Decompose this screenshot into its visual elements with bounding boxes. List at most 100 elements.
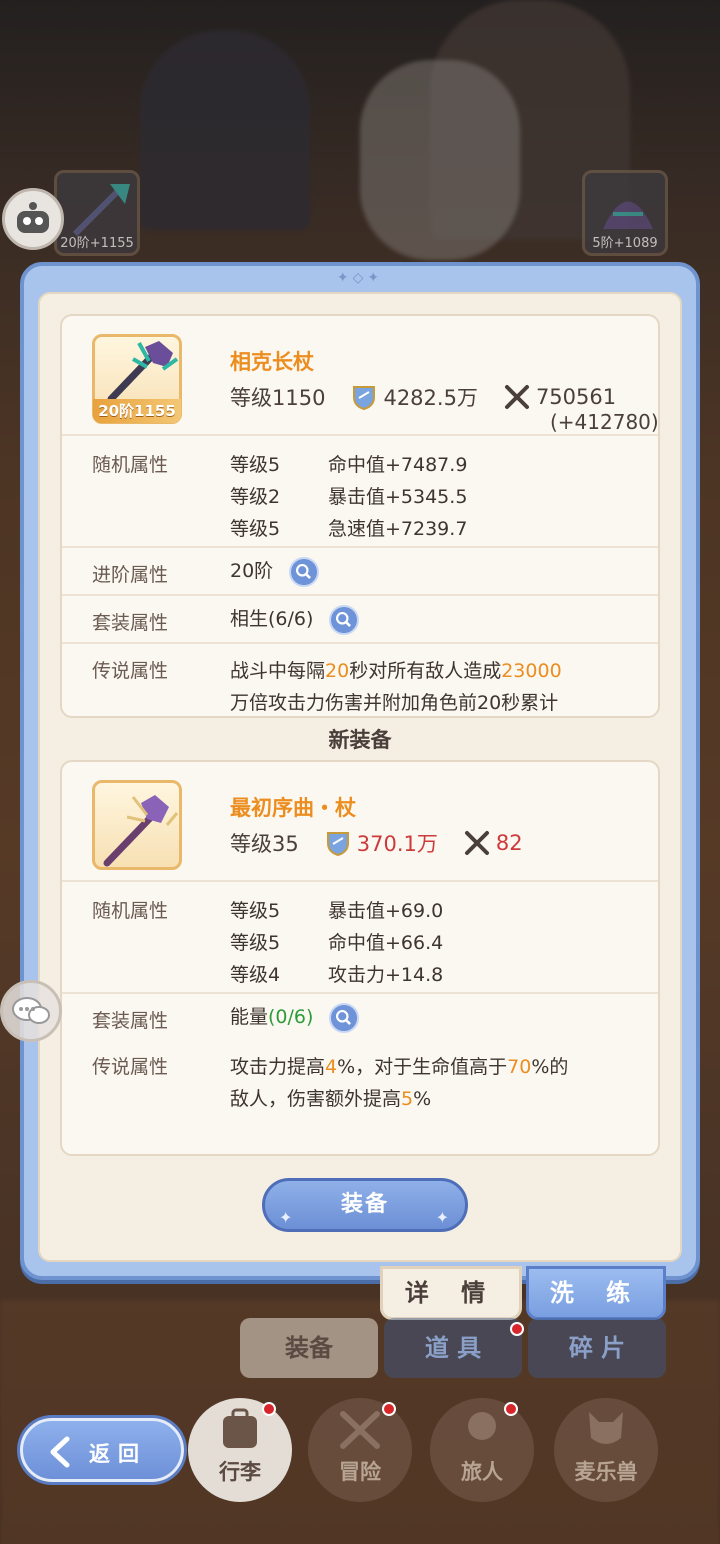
legend-text: %，对于生命值高于 [337, 1056, 508, 1078]
tab-equipment[interactable]: 装备 [240, 1318, 378, 1378]
legend-text-line2: 敌人，伤害额外提高5% [230, 1084, 431, 1111]
nav-label: 旅人 [461, 1460, 503, 1484]
legend-text: 攻击力提高 [230, 1056, 326, 1078]
legend-text: % [413, 1088, 432, 1110]
equipped-helmet-slot[interactable]: 5阶+1089 [582, 170, 668, 256]
shield-icon [326, 832, 349, 856]
set-attributes-label: 套装属性 [92, 1010, 169, 1032]
staff-icon [72, 184, 130, 237]
attack-value: 82 [495, 831, 523, 855]
legend-text: 秒对所有敌人造成 [349, 660, 502, 682]
advance-value: 20阶 [230, 556, 320, 587]
item-level: 等级35 [230, 832, 299, 856]
legend-text-line1: 攻击力提高4%，对于生命值高于70%的 [230, 1052, 568, 1079]
back-button[interactable]: 返回 [20, 1418, 184, 1482]
advance-attributes-label: 进阶属性 [92, 564, 169, 586]
back-arrow-icon [50, 1436, 70, 1468]
power-stat: 370.1万 [325, 828, 438, 858]
legend-text-line2: 万倍攻击力伤害并附加角色前20秒累计 [230, 692, 559, 714]
sparkle-icon: ✦ [435, 1208, 451, 1227]
legend-attributes-label: 传说属性 [92, 660, 169, 682]
shield-icon [353, 386, 376, 410]
attr-stat: 暴击值+69.0 [328, 900, 444, 922]
legend-attributes-row: 传说属性 攻击力提高4%，对于生命值高于70%的 敌人，伤害额外提高5% [62, 1040, 658, 1150]
power-value: 4282.5万 [383, 386, 478, 410]
nav-pets[interactable]: 麦乐兽 [554, 1398, 658, 1502]
item-level: 等级1150 [230, 386, 326, 410]
crossed-swords-icon [340, 1411, 380, 1449]
new-item-stats: 等级35 370.1万 82 [230, 828, 549, 858]
nav-adventure[interactable]: 冒险 [308, 1398, 412, 1502]
attr-level: 等级5 [230, 932, 281, 954]
legend-number: 23000 [501, 660, 562, 682]
legend-number: 20 [325, 660, 350, 682]
crossed-swords-icon [464, 831, 489, 855]
legend-text: 敌人，伤害额外提高 [230, 1088, 402, 1110]
power-value: 370.1万 [356, 832, 438, 856]
equip-button[interactable]: ✦ 装备 ✦ [262, 1178, 468, 1232]
set-name: 能量 [230, 1006, 269, 1028]
magnifier-icon[interactable] [329, 604, 360, 635]
legend-number: 5 [401, 1088, 414, 1110]
set-attributes-row: 套装属性 能量(0/6) [62, 992, 658, 1040]
staff-icon [103, 795, 179, 867]
advance-attributes-row: 进阶属性 20阶 [62, 546, 658, 594]
legend-attributes-label: 传说属性 [92, 1056, 169, 1078]
attr-level: 等级4 [230, 964, 281, 986]
current-item-card: 20阶1155 相克长杖 等级1150 4282.5万 750561 (+412… [60, 314, 660, 718]
magnifier-icon[interactable] [289, 556, 320, 587]
tab-detail[interactable]: 详 情 [380, 1266, 522, 1320]
equip-button-label: 装备 [340, 1192, 389, 1217]
nav-label: 冒险 [339, 1460, 381, 1484]
random-attributes-label: 随机属性 [92, 454, 169, 476]
chat-bubble-icon [12, 997, 50, 1024]
item-tier-badge: 20阶1155 [93, 399, 181, 423]
attack-stat: 82 [464, 830, 523, 856]
nav-travelers[interactable]: 旅人 [430, 1398, 534, 1502]
panel-body: 20阶1155 相克长杖 等级1150 4282.5万 750561 (+412… [38, 292, 682, 1262]
new-item-card: 最初序曲・杖 等级35 370.1万 82 随机属性 等级5 暴击值+69.0 … [60, 760, 660, 1156]
random-attributes-label: 随机属性 [92, 900, 169, 922]
new-equipment-title: 新装备 [328, 728, 392, 752]
notification-dot [510, 1322, 524, 1336]
chat-button[interactable] [0, 980, 62, 1042]
tab-items[interactable]: 道 具 [384, 1318, 522, 1378]
set-name: 相生(6/6) [230, 608, 314, 630]
power-stat: 4282.5万 [351, 382, 478, 412]
set-value: 相生(6/6) [230, 604, 360, 635]
legend-attributes-row: 传说属性 战斗中每隔20秒对所有敌人造成23000 万倍攻击力伤害并附加角色前2… [62, 642, 658, 716]
character-icon [468, 1412, 496, 1440]
legend-text: 战斗中每隔 [230, 660, 326, 682]
robot-icon [17, 202, 49, 233]
new-item-name: 最初序曲・杖 [230, 796, 356, 820]
nav-luggage[interactable]: 行李 [188, 1398, 292, 1502]
magnifier-icon[interactable] [329, 1002, 360, 1033]
back-button-label: 返回 [89, 1442, 147, 1466]
attr-stat: 命中值+66.4 [328, 932, 444, 954]
notification-dot [504, 1402, 518, 1416]
attr-stat: 攻击力+14.8 [328, 964, 444, 986]
staff-icon [107, 341, 179, 401]
current-item-stats: 等级1150 4282.5万 750561 [230, 382, 642, 412]
sparkle-icon: ✦ [279, 1208, 295, 1227]
tab-fragments[interactable]: 碎 片 [528, 1318, 666, 1378]
slot-level: 5阶+1089 [592, 236, 658, 251]
attack-stat: 750561 [504, 384, 616, 410]
equipped-weapon-slot[interactable]: 20阶+1155 [54, 170, 140, 256]
assistant-button[interactable] [2, 188, 64, 250]
advance-tier: 20阶 [230, 560, 274, 582]
attr-level: 等级5 [230, 454, 281, 476]
new-item-icon[interactable] [92, 780, 182, 870]
equipment-compare-panel: ✦◇✦ 20阶1155 相克长杖 等级1150 4282.5万 750561 (… [20, 262, 700, 1280]
crossed-swords-icon [504, 385, 529, 409]
backpack-icon [223, 1408, 257, 1448]
attack-bonus: (+412780) [550, 410, 659, 434]
notification-dot [262, 1402, 276, 1416]
tab-wash[interactable]: 洗 练 [526, 1266, 666, 1320]
panel-ornament: ✦◇✦ [336, 270, 384, 286]
current-item-icon[interactable]: 20阶1155 [92, 334, 182, 424]
legend-text-line1: 战斗中每隔20秒对所有敌人造成23000 [230, 656, 562, 683]
set-progress: (0/6) [268, 1006, 314, 1028]
attr-level: 等级5 [230, 900, 281, 922]
set-value: 能量(0/6) [230, 1002, 360, 1033]
